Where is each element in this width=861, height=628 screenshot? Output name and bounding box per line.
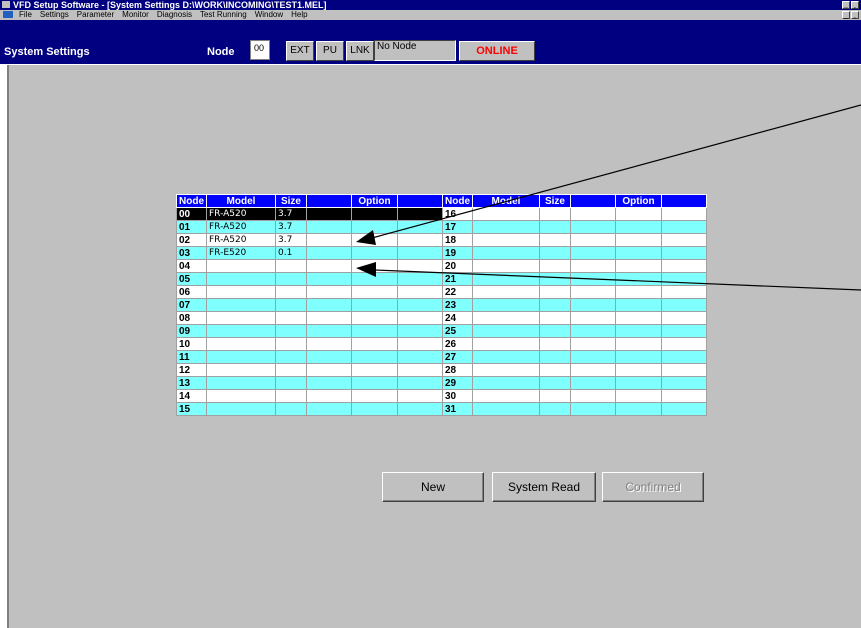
annotation-arrows: [356, 104, 861, 291]
arrow-head-upper: [356, 230, 376, 245]
arrow-head-lower: [356, 262, 376, 277]
arrow-line-upper: [371, 104, 861, 239]
arrow-line-lower: [374, 269, 861, 291]
